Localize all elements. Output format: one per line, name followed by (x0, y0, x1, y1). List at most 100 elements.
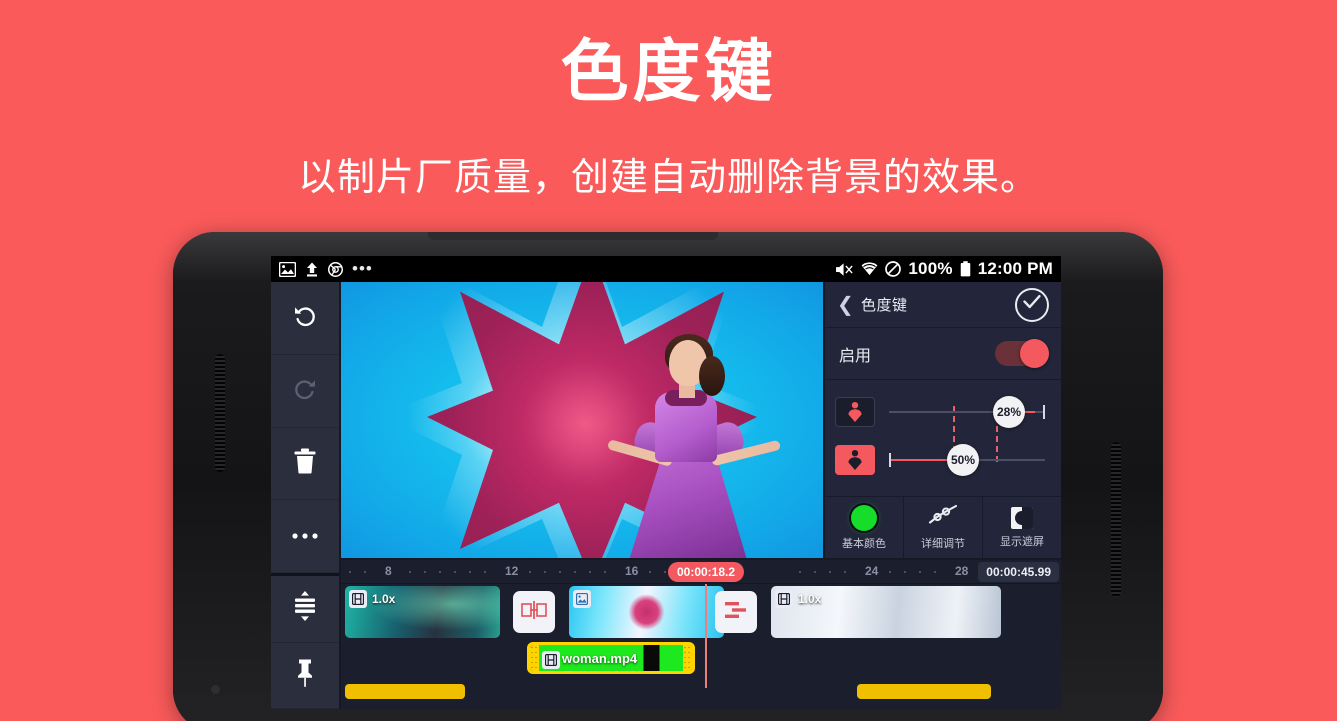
expand-tracks-button[interactable] (271, 576, 339, 643)
timeline-transition-2[interactable] (715, 591, 757, 633)
key-strength-knob[interactable]: 28% (993, 396, 1025, 428)
audio-track-1[interactable] (345, 684, 465, 699)
speaker-grille-left (215, 354, 225, 472)
curve-nodes-icon (928, 504, 958, 531)
page-subtitle: 以制片厂质量，创建自动删除背景的效果。 (297, 157, 1039, 199)
slider-group: 28% 50% (825, 380, 1061, 488)
phone-screen: ••• 100% 12:00 PM ❮ 色度键 启用 28% 50% 基本颜色 … (271, 256, 1061, 709)
audio-track-row[interactable] (341, 680, 1061, 706)
ruler-tick (544, 571, 546, 573)
phone-device: ••• 100% 12:00 PM ❮ 色度键 启用 28% 50% 基本颜色 … (173, 232, 1163, 721)
ruler-tick (409, 571, 411, 573)
speaker-grille-right (1111, 442, 1121, 597)
pin-button[interactable] (271, 643, 339, 709)
key-softness-knob[interactable]: 50% (947, 444, 979, 476)
clip-speed-label: 1.0x (372, 592, 396, 606)
key-strength-track[interactable]: 28% (883, 396, 1051, 428)
rail-bottom-group (271, 576, 339, 709)
film-icon (775, 590, 793, 608)
overlay-trim-handle-left[interactable] (530, 645, 539, 671)
film-icon (349, 590, 367, 608)
status-bar: ••• 100% 12:00 PM (271, 256, 1061, 282)
enable-toggle[interactable] (995, 339, 1049, 368)
clip-badge: 1.0x (775, 590, 821, 608)
preview-subject (599, 330, 789, 558)
ruler-tick (889, 571, 891, 573)
ruler-tick (814, 571, 816, 573)
wifi-icon (861, 262, 878, 276)
clip-badge (573, 590, 591, 608)
ruler-tick (934, 571, 936, 573)
ruler-tick (529, 571, 531, 573)
tab-detail-adjust[interactable]: 详细调节 (904, 497, 983, 558)
overlay-track[interactable]: woman.mp4 (341, 642, 1061, 676)
ruler-tick (799, 571, 801, 573)
slider-row-key-strength[interactable]: 28% (825, 388, 1061, 436)
more-dots-icon (291, 527, 319, 545)
key-strength-tick-max (1043, 405, 1045, 419)
overlay-clip-woman[interactable]: woman.mp4 (527, 642, 695, 674)
key-softness-tick-min (889, 453, 891, 467)
confirm-button[interactable] (1015, 287, 1049, 322)
ruler-label-12: 12 (505, 564, 519, 578)
do-not-disturb-icon (885, 261, 902, 277)
overlay-trim-handle-right[interactable] (683, 645, 692, 671)
tab-show-mask[interactable]: 显示遮屏 (983, 497, 1061, 558)
timeline-clip-image[interactable] (569, 586, 724, 638)
playhead-time-badge: 00:00:18.2 (667, 562, 745, 582)
timeline-clip-video-1[interactable]: 1.0x (345, 586, 500, 638)
chroma-key-panel: ❮ 色度键 启用 28% 50% 基本颜色 详细调节 显示遮屏 (825, 282, 1061, 558)
clock-label: 12:00 PM (977, 259, 1053, 278)
volume-mute-icon (835, 262, 854, 277)
panel-header: ❮ 色度键 (825, 282, 1061, 328)
poster-header: 色度键 以制片厂质量，创建自动删除背景的效果。 (0, 0, 1337, 201)
ruler-tick (649, 571, 651, 573)
chrome-icon (328, 261, 343, 277)
overlay-clip-label: woman.mp4 (562, 650, 638, 666)
enable-row[interactable]: 启用 (825, 328, 1061, 380)
tab-detail-adjust-label: 详细调节 (921, 538, 965, 550)
key-softness-track[interactable]: 50% (883, 444, 1051, 476)
timeline-transition-1[interactable] (513, 591, 555, 633)
enable-label: 启用 (839, 347, 872, 365)
pin-icon (294, 659, 316, 692)
ruler-tick (589, 571, 591, 573)
timeline-clip-video-2[interactable]: 1.0x (771, 586, 1001, 638)
video-preview[interactable] (341, 282, 823, 558)
ruler-label-8: 8 (385, 564, 392, 578)
audio-track-2[interactable] (857, 684, 991, 699)
total-duration-badge: 00:00:45.99 (978, 562, 1059, 582)
ruler-tick (349, 571, 351, 573)
mask-contrast-icon (1011, 506, 1033, 529)
ruler-tick (844, 571, 846, 573)
status-bar-left: ••• (279, 259, 373, 278)
ruler-tick (604, 571, 606, 573)
timeline-playhead[interactable] (705, 584, 707, 688)
panel-title: 色度键 (861, 297, 908, 314)
more-button[interactable] (271, 500, 339, 573)
panel-tab-bar: 基本颜色 详细调节 显示遮屏 (825, 496, 1061, 558)
phone-top-notch (428, 232, 718, 240)
delete-button[interactable] (271, 428, 339, 501)
check-circle-icon (1023, 294, 1041, 315)
upload-icon (305, 262, 319, 277)
ruler-tick (469, 571, 471, 573)
camera-dot (211, 685, 220, 694)
ruler-tick (424, 571, 426, 573)
chevron-left-icon[interactable]: ❮ (837, 295, 855, 315)
ruler-tick (559, 571, 561, 573)
ruler-label-16: 16 (625, 564, 639, 578)
trash-icon (293, 448, 317, 479)
timeline[interactable]: 8 12 16 24 28 00:00:18.2 00:00:45.99 1.0… (341, 560, 1061, 709)
editor-body: ❮ 色度键 启用 28% 50% 基本颜色 详细调节 显示遮屏 8 12 16 … (271, 282, 1061, 709)
battery-percent-label: 100% (908, 259, 953, 278)
overflow-dots-icon: ••• (352, 259, 373, 278)
slider-row-key-softness[interactable]: 50% (825, 436, 1061, 484)
redo-button[interactable] (271, 355, 339, 428)
undo-button[interactable] (271, 282, 339, 355)
timeline-ruler[interactable]: 8 12 16 24 28 00:00:18.2 00:00:45.99 (341, 560, 1061, 584)
ruler-tick (664, 571, 666, 573)
ruler-tick (484, 571, 486, 573)
tab-basic-color[interactable]: 基本颜色 (825, 497, 904, 558)
main-track[interactable]: 1.0x 1.0x (341, 584, 1061, 640)
